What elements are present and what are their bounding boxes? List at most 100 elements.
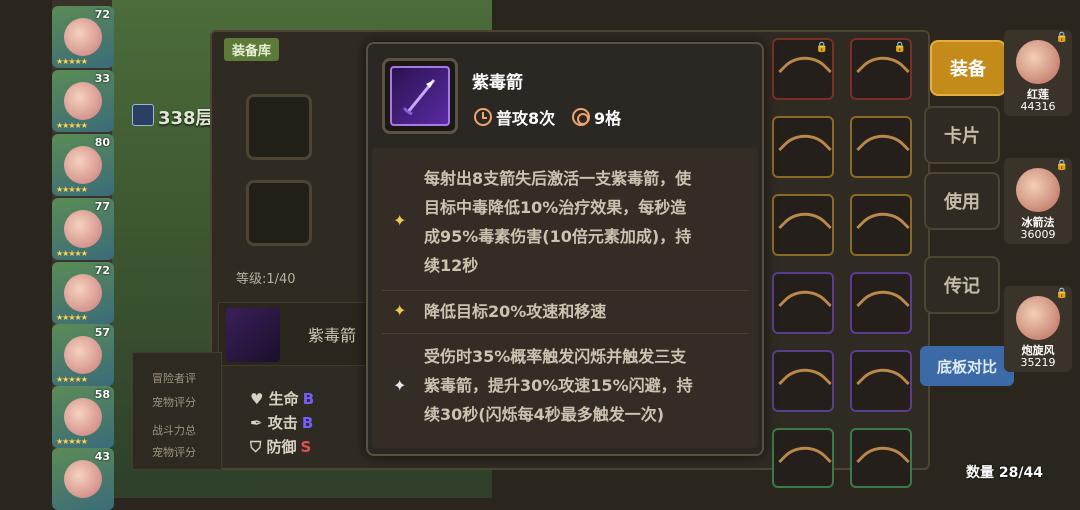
hero-card[interactable]: 🔒 冰箭法 36009	[1004, 158, 1072, 244]
hero-card[interactable]: 72 ★★★★★	[52, 6, 114, 68]
item-cell[interactable]	[772, 194, 834, 256]
bow-icon	[856, 434, 910, 488]
equipment-library-tab[interactable]: 装备库	[224, 38, 280, 61]
hero-avatar	[64, 82, 102, 120]
bow-icon	[778, 434, 832, 488]
hero-avatar	[64, 210, 102, 248]
item-cell[interactable]	[772, 116, 834, 178]
hero-avatar	[64, 146, 102, 184]
hero-card[interactable]: 72 ★★★★★	[52, 262, 114, 324]
hero-level: 57	[94, 326, 110, 339]
hero-level: 80	[94, 136, 110, 149]
divider	[382, 290, 748, 291]
hero-card[interactable]: 57 ★★★★★	[52, 324, 114, 386]
equipped-weapon-name: 紫毒箭	[308, 326, 357, 345]
item-name: 紫毒箭	[472, 73, 523, 93]
star-rating-icon: ★★★★★	[56, 121, 88, 130]
item-count: 数量 28/44	[966, 465, 1043, 481]
lock-icon: 🔒	[815, 42, 828, 53]
attack-count: 普攻8次	[474, 105, 555, 129]
compare-button[interactable]: 底板对比	[920, 346, 1014, 386]
star-rating-icon: ★★★★★	[56, 57, 88, 66]
poison-arrow-icon	[226, 308, 280, 362]
item-cell[interactable]	[850, 428, 912, 488]
hero-card[interactable]: 80 ★★★★★	[52, 134, 114, 196]
use-button[interactable]: 使用	[924, 172, 1000, 230]
hero-avatar	[1016, 168, 1060, 212]
armor-slot[interactable]	[246, 180, 312, 246]
star-rating-icon: ★★★★★	[56, 249, 88, 258]
item-cell[interactable]	[850, 194, 912, 256]
star-rating-icon: ★★★★★	[56, 185, 88, 194]
bow-icon	[778, 200, 832, 254]
hero-card[interactable]: 33 ★★★★★	[52, 70, 114, 132]
hero-card[interactable]: 🔒 炮旋风 35219	[1004, 286, 1072, 372]
stat-grade: B	[302, 390, 315, 408]
gold-star-icon: ✦	[393, 301, 407, 320]
info-line: 宠物评分	[152, 446, 196, 459]
equipment-level: 等级:1/40	[236, 272, 296, 287]
attack-range-text: 9格	[594, 109, 622, 128]
bow-icon	[856, 278, 910, 332]
hero-avatar	[1016, 296, 1060, 340]
item-cell[interactable]	[850, 272, 912, 334]
hero-card[interactable]: 43	[52, 448, 114, 510]
bow-icon	[856, 356, 910, 410]
hero-avatar	[64, 336, 102, 374]
item-cell[interactable]	[850, 116, 912, 178]
info-line: 宠物评分	[152, 396, 196, 409]
hero-level: 33	[94, 72, 110, 85]
stat-hp: ♥ 生命 B	[250, 390, 315, 408]
effect-1: 每射出8支箭失后激活一支紫毒箭，使 目标中毒降低10%治疗效果，每秒造 成95%…	[424, 169, 692, 275]
effect-2: 降低目标20%攻速和移速	[424, 302, 607, 321]
item-cell[interactable]: 🔒	[772, 38, 834, 100]
hero-card[interactable]: 58 ★★★★★	[52, 386, 114, 448]
item-cell[interactable]	[772, 350, 834, 412]
hero-level: 43	[94, 450, 110, 463]
hero-avatar	[1016, 40, 1060, 84]
lock-icon: 🔒	[1055, 288, 1068, 299]
floor-shield-icon	[132, 104, 154, 126]
floor-label: 338层	[158, 108, 214, 129]
star-rating-icon: ★★★★★	[56, 437, 88, 446]
hero-avatar	[64, 398, 102, 436]
star-rating-icon: ★★★★★	[56, 375, 88, 384]
sword-icon: ✒	[250, 414, 268, 432]
hero-list[interactable]: 72 ★★★★★ 33 ★★★★★ 80 ★★★★★ 77 ★★★★★ 72 ★★★★★ …	[52, 0, 114, 510]
hero-power: 36009	[1020, 228, 1056, 241]
stat-grade: B	[301, 414, 314, 432]
biography-button[interactable]: 传记	[924, 256, 1000, 314]
gold-star-icon: ✦	[393, 211, 407, 230]
hero-card[interactable]: 77 ★★★★★	[52, 198, 114, 260]
item-cell[interactable]: 🔒	[850, 38, 912, 100]
hero-level: 72	[94, 264, 110, 277]
stat-defense: ⛉ 防御 S	[250, 438, 312, 456]
weapon-slot[interactable]	[246, 94, 312, 160]
attack-range: 9格	[572, 105, 621, 129]
hero-power: 35219	[1020, 356, 1056, 369]
bow-icon	[856, 122, 910, 176]
poison-arrow-icon	[390, 66, 450, 126]
item-cell[interactable]	[850, 350, 912, 412]
star-rating-icon: ★★★★★	[56, 313, 88, 322]
target-icon	[572, 108, 590, 126]
card-button[interactable]: 卡片	[924, 106, 1000, 164]
item-cell[interactable]	[772, 272, 834, 334]
bow-icon	[778, 278, 832, 332]
stat-attack: ✒ 攻击 B	[250, 414, 314, 432]
attack-count-text: 普攻8次	[496, 109, 556, 128]
silver-star-icon: ✦	[393, 376, 407, 395]
lock-icon: 🔒	[893, 42, 906, 53]
item-cell[interactable]	[772, 428, 834, 488]
bow-icon	[856, 200, 910, 254]
stat-grade: S	[300, 438, 312, 456]
hero-avatar	[64, 18, 102, 56]
lock-icon: 🔒	[1055, 160, 1068, 171]
hero-avatar	[64, 274, 102, 312]
effect-3: 受伤时35%概率触发闪烁并触发三支 紫毒箭，提升30%攻速15%闪避，持 续30…	[424, 347, 693, 424]
hero-avatar	[64, 460, 102, 498]
info-line: 冒险者评	[152, 372, 196, 385]
info-line: 战斗力总	[152, 424, 196, 437]
equip-button[interactable]: 装备	[930, 40, 1006, 96]
hero-card[interactable]: 🔒 红莲 44316	[1004, 30, 1072, 116]
